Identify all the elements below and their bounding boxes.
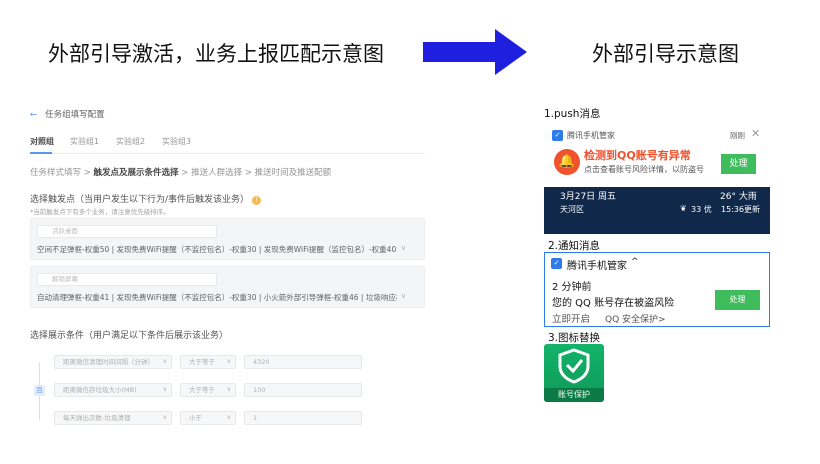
- notice-time: 2 分钟前: [552, 282, 592, 293]
- chevron-down-icon: ∨: [162, 358, 167, 365]
- condition-operator-text: 小于: [189, 414, 202, 422]
- chevron-up-icon[interactable]: ^: [631, 257, 639, 267]
- condition-field[interactable]: 每天弹出次数-垃圾清理 ∨: [54, 411, 172, 425]
- chevron-down-icon[interactable]: ∨: [401, 292, 406, 300]
- notification-card[interactable]: ✓ 腾讯手机管家 ^ 2 分钟前 您的 QQ 账号存在被盗风险 立即开启 QQ …: [544, 252, 770, 327]
- chevron-down-icon: ∨: [162, 414, 167, 421]
- lock-date: 3月27日 周五: [560, 192, 617, 202]
- left-title: 外部引导激活，业务上报匹配示意图: [48, 42, 384, 66]
- air-quality: 33 优: [691, 205, 712, 214]
- trigger-business-list-2: 自动清理弹框-权重41 | 发现免费WiFi提醒（不监控包名）-权重30 | 小…: [37, 293, 397, 302]
- condition-operator-text: 大于等于: [189, 358, 215, 366]
- chevron-down-icon: ∨: [162, 386, 167, 393]
- tab-exp-1[interactable]: 实验组1: [70, 136, 99, 147]
- right-title: 外部引导示意图: [592, 42, 739, 66]
- notice-text: 您的 QQ 账号存在被盗风险: [552, 298, 675, 309]
- trigger-box-1: 活跃桌面 空间不足弹框-权重50 | 发现免费WiFi提醒（不监控包名）-权重3…: [30, 218, 425, 260]
- chevron-down-icon: ∨: [226, 358, 231, 365]
- condition-section-title: 选择展示条件（用户满足以下条件后展示该业务）: [30, 331, 229, 341]
- push-headline: 检测到QQ账号有异常: [584, 149, 691, 162]
- condition-value[interactable]: 1: [244, 411, 362, 425]
- breadcrumb-text: 任务组填写配置: [45, 110, 105, 120]
- notice-app-name: 腾讯手机管家: [567, 261, 627, 272]
- info-icon: !: [252, 196, 262, 205]
- icon-caption: 账号保护: [544, 388, 604, 402]
- push-label: 1.push消息: [544, 108, 601, 120]
- condition-value[interactable]: 100: [244, 383, 362, 397]
- trigger-note: *当前触发点下有多个业务，请注意优先级排序。: [30, 208, 170, 216]
- step-separator: >: [181, 168, 189, 178]
- config-form: ← 任务组填写配置 对照组 实验组1 实验组2 实验组3 任务样式填写 > 触发点…: [30, 100, 430, 430]
- bell-icon: 🔔: [554, 149, 580, 175]
- push-app-name: 腾讯手机管家: [567, 131, 615, 140]
- trigger-select-2[interactable]: 解锁屏幕: [37, 273, 217, 286]
- condition-operator[interactable]: 小于 ∨: [180, 411, 236, 425]
- shield-check-icon: [558, 348, 590, 384]
- tab-exp-3[interactable]: 实验组3: [162, 136, 191, 147]
- step-3[interactable]: 推送人群选择: [191, 168, 242, 178]
- qq-protect-link[interactable]: QQ 安全保护>: [605, 312, 666, 325]
- process-button[interactable]: 处理: [721, 154, 756, 174]
- right-arrow-icon: [423, 29, 527, 75]
- active-tab-indicator: [30, 152, 52, 154]
- step-2[interactable]: 触发点及展示条件选择: [94, 168, 179, 178]
- push-notification-screenshot: ✓ 腾讯手机管家 刚刚 ✕ 🔔 检测到QQ账号有异常 点击查看账号风险详情，以防…: [544, 121, 770, 234]
- trigger-section-title: 选择触发点（当用户发生以下行为/事件后触发该业务）!: [30, 192, 262, 205]
- condition-operator-text: 大于等于: [189, 386, 215, 394]
- weather: 26° 大雨: [720, 192, 757, 202]
- push-subtext: 点击查看账号风险详情，以防盗号: [584, 165, 704, 174]
- trigger-business-list-1: 空间不足弹框-权重50 | 发现免费WiFi提醒（不监控包名）-权重30 | 发…: [37, 245, 397, 254]
- step-separator: >: [244, 168, 252, 178]
- condition-field-text: 距离微信存垃圾大小(MB): [63, 386, 137, 394]
- icon-label: 3.图标替换: [548, 332, 601, 344]
- shield-icon: ✓: [552, 130, 563, 141]
- chevron-down-icon: ∨: [226, 414, 231, 421]
- and-label: 且: [34, 385, 45, 396]
- condition-value[interactable]: 4320: [244, 355, 362, 369]
- condition-operator[interactable]: 大于等于 ∨: [180, 355, 236, 369]
- trigger-box-2: 解锁屏幕 自动清理弹框-权重41 | 发现免费WiFi提醒（不监控包名）-权重3…: [30, 266, 425, 308]
- enable-now-link[interactable]: 立即开启: [552, 311, 590, 325]
- location: 天河区: [560, 205, 584, 214]
- condition-field-text: 每天弹出次数-垃圾清理: [63, 414, 131, 422]
- tab-control[interactable]: 对照组: [30, 136, 54, 147]
- notice-label: 2.通知消息: [548, 240, 601, 252]
- step-separator: >: [83, 168, 91, 178]
- condition-field[interactable]: 距离微信存垃圾大小(MB) ∨: [54, 383, 172, 397]
- step-4[interactable]: 推送时间及推送配额: [255, 168, 332, 178]
- step-1[interactable]: 任务样式填写: [30, 168, 81, 178]
- push-time: 刚刚: [730, 131, 745, 140]
- step-bar: 任务样式填写 > 触发点及展示条件选择 > 推送人群选择 > 推送时间及推送配额: [30, 166, 331, 178]
- trigger-select-1[interactable]: 活跃桌面: [37, 225, 217, 238]
- weather-update-time: 15:36更新: [721, 205, 761, 214]
- chevron-down-icon: ∨: [226, 386, 231, 393]
- close-icon[interactable]: ✕: [751, 127, 760, 140]
- app-icon-account-protect[interactable]: 账号保护: [544, 344, 604, 402]
- leaf-icon: ❦: [680, 204, 687, 213]
- condition-operator[interactable]: 大于等于 ∨: [180, 383, 236, 397]
- condition-field-text: 距离微信清理时间间隔（分钟）: [63, 358, 154, 366]
- tab-exp-2[interactable]: 实验组2: [116, 136, 145, 147]
- breadcrumb: ← 任务组填写配置: [30, 108, 105, 120]
- back-arrow-icon[interactable]: ←: [30, 110, 37, 120]
- shield-icon: ✓: [551, 258, 562, 269]
- trigger-title-text: 选择触发点（当用户发生以下行为/事件后触发该业务）: [30, 195, 250, 205]
- process-button[interactable]: 处理: [715, 290, 760, 310]
- push-card[interactable]: ✓ 腾讯手机管家 刚刚 ✕ 🔔 检测到QQ账号有异常 点击查看账号风险详情，以防…: [544, 121, 770, 187]
- condition-field[interactable]: 距离微信清理时间间隔（分钟） ∨: [54, 355, 172, 369]
- group-tabs: 对照组 实验组1 实验组2 实验组3: [30, 132, 425, 154]
- chevron-down-icon[interactable]: ∨: [401, 244, 406, 252]
